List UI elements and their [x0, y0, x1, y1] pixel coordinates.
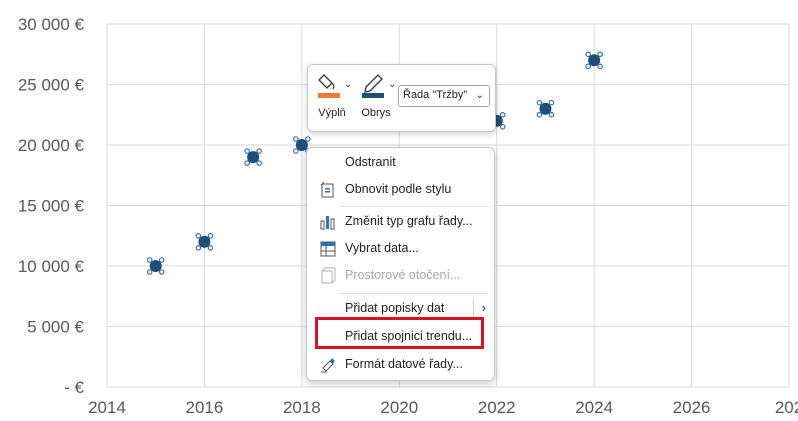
selection-handle: [585, 63, 591, 70]
series-selected: Řada "Tržby": [403, 89, 468, 101]
selection-handle: [597, 63, 603, 70]
chart-type-icon: [320, 216, 335, 230]
selection-handle: [158, 257, 165, 263]
mini-toolbar: ⌄ Výplň ⌄ Obrys Řada "Tržby" ⌄: [307, 64, 496, 132]
selection-handle: [195, 233, 202, 239]
chevron-down-icon: ⌄: [475, 90, 484, 101]
data-point[interactable]: [244, 148, 262, 166]
reset-style-icon: [320, 181, 334, 198]
y-tick-label: 25 000 €: [18, 76, 85, 95]
selection-handle: [585, 51, 591, 58]
x-tick-label: 2016: [186, 398, 224, 417]
series-dropdown[interactable]: Řada "Tržby" ⌄: [398, 85, 490, 107]
selection-handle: [499, 124, 506, 130]
chevron-right-icon: ›: [481, 300, 486, 315]
selection-handle: [548, 111, 555, 118]
selection-handle: [146, 269, 153, 275]
data-point[interactable]: [585, 51, 603, 70]
3d-rotation-icon: [321, 267, 336, 284]
x-tick-label: 2022: [478, 398, 516, 417]
outline-tool[interactable]: ⌄ Obrys: [356, 69, 396, 119]
select-data-icon: [320, 241, 336, 257]
menu-item-change-chart-type[interactable]: Změnit typ grafu řady...: [307, 210, 494, 234]
selection-handle: [146, 257, 153, 263]
x-tick-label: 2018: [283, 398, 321, 417]
chevron-down-icon[interactable]: ⌄: [388, 79, 396, 90]
fill-label: Výplň: [318, 107, 346, 119]
y-tick-label: 15 000 €: [18, 197, 85, 216]
y-tick-label: 20 000 €: [18, 136, 85, 155]
selection-handle: [256, 160, 262, 166]
selection-handle: [293, 136, 299, 142]
menu-item-select-data[interactable]: Vybrat data...: [307, 237, 494, 261]
separator: [339, 206, 489, 207]
selection-handle: [536, 111, 543, 118]
y-tick-label: 5 000 €: [27, 318, 84, 337]
selection-handle: [195, 245, 202, 251]
selection-handle: [305, 136, 311, 142]
selection-handle: [293, 148, 299, 154]
x-tick-label: 2024: [575, 398, 613, 417]
format-series-icon: [321, 358, 335, 373]
selection-handle: [256, 148, 262, 154]
y-tick-label: 10 000 €: [18, 257, 85, 276]
menu-item-3d-rotation[interactable]: Prostorové otočení...: [307, 264, 494, 288]
x-tick-label: 2014: [88, 398, 126, 417]
selection-handle: [244, 160, 250, 166]
selection-handle: [244, 148, 250, 154]
y-tick-label: 30 000 €: [18, 15, 85, 34]
y-tick-label: - €: [64, 378, 84, 397]
separator: [339, 293, 489, 294]
menu-item-delete[interactable]: Odstranit: [307, 151, 494, 175]
selection-handle: [207, 233, 214, 239]
selection-handle: [597, 51, 603, 58]
fill-tool[interactable]: ⌄ Výplň: [312, 69, 352, 119]
x-tick-label: 2026: [673, 398, 711, 417]
selection-handle: [548, 99, 555, 106]
data-point[interactable]: [195, 233, 214, 251]
selection-handle: [158, 269, 165, 275]
chevron-down-icon[interactable]: ⌄: [344, 79, 352, 90]
selection-handle: [207, 245, 214, 251]
x-tick-label: 2020: [380, 398, 418, 417]
menu-item-reset-style[interactable]: Obnovit podle stylu: [307, 178, 494, 202]
submenu-divider: [473, 299, 474, 319]
selection-handle: [499, 112, 506, 118]
selection-handle: [536, 99, 543, 106]
trendline-highlight-box: [315, 317, 484, 349]
outline-label: Obrys: [361, 107, 391, 119]
data-point[interactable]: [146, 257, 165, 275]
menu-item-format-series[interactable]: Formát datové řady...: [307, 353, 494, 377]
x-tick-label: 202: [775, 398, 798, 417]
data-point[interactable]: [536, 99, 555, 118]
